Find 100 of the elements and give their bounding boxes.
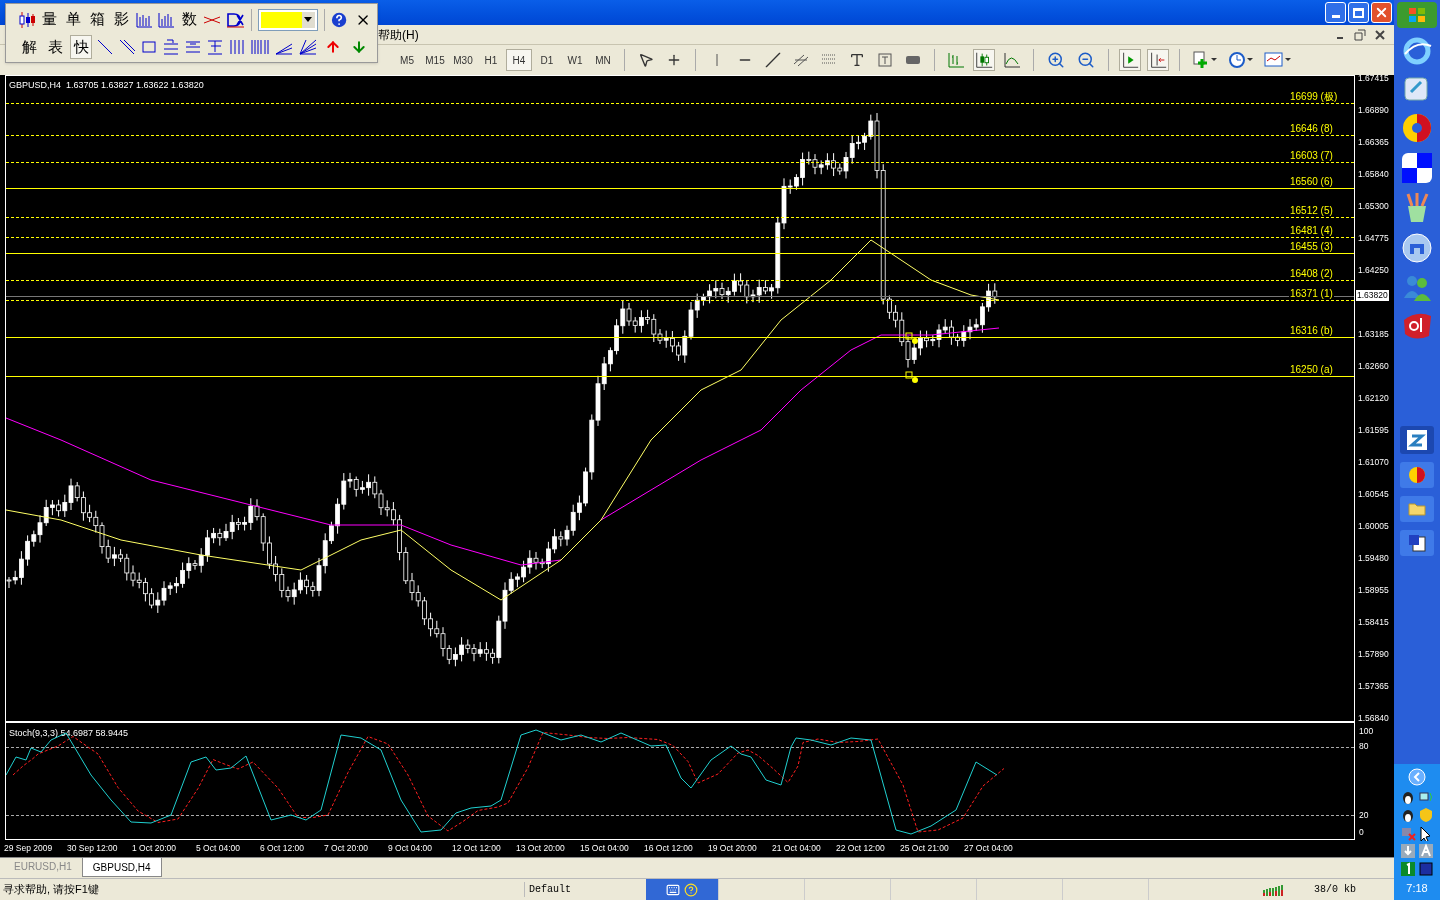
timeframe-button[interactable]: M15: [422, 49, 448, 71]
help-icon[interactable]: [684, 882, 698, 897]
dropdown-arrow-icon: [304, 17, 313, 22]
help-icon[interactable]: [330, 10, 347, 29]
fibonacci-level-label: 16250 (a): [1289, 364, 1334, 375]
price-axis-label: 1.59480: [1358, 553, 1389, 563]
toolbar-button[interactable]: 解: [18, 34, 40, 59]
time-axis-label: 15 Oct 04:00: [580, 843, 629, 853]
chart-tab[interactable]: GBPUSD,H4: [81, 858, 162, 877]
price-axis-label: 1.62660: [1358, 361, 1389, 371]
home-icon[interactable]: [1401, 232, 1433, 264]
timeframe-button[interactable]: D1: [534, 49, 560, 71]
maximize-button[interactable]: [1348, 2, 1369, 23]
time-axis-label: 21 Oct 04:00: [772, 843, 821, 853]
timeframe-button[interactable]: H1: [478, 49, 504, 71]
clock-icon[interactable]: [1228, 51, 1254, 69]
candlestick-icon[interactable]: [973, 49, 995, 71]
keyboard-icon[interactable]: [666, 882, 680, 897]
time-axis-label: 30 Sep 12:00: [67, 843, 118, 853]
trendline-icon[interactable]: [96, 37, 114, 56]
toolbar-button[interactable]: 影: [111, 7, 132, 32]
timeframe-button[interactable]: M5: [394, 49, 420, 71]
chart-header: GBPUSD,H4 1.63705 1.63827 1.63622 1.63820: [9, 79, 204, 92]
channel-icon[interactable]: [118, 37, 136, 56]
zoom-out-icon[interactable]: [1077, 51, 1095, 69]
current-price-label: 1.63820: [1356, 290, 1389, 301]
bar-chart-icon[interactable]: [157, 10, 176, 29]
z-logo-icon: [1407, 430, 1427, 450]
number-one-icon[interactable]: [1400, 860, 1416, 877]
time-axis-label: 6 Oct 12:00: [260, 843, 304, 853]
fibonacci-levels-icon[interactable]: [206, 37, 224, 56]
dx-icon[interactable]: [224, 10, 245, 29]
fan-lines-icon[interactable]: [298, 37, 318, 56]
indicator-axis-label: 80: [1359, 741, 1369, 751]
fibonacci-level-label: 16512 (5): [1289, 205, 1334, 216]
price-axis-label: 1.63185: [1358, 329, 1389, 339]
taskbar-item[interactable]: [1400, 530, 1434, 556]
channel-icon[interactable]: [793, 52, 809, 68]
time-axis-label: 5 Oct 04:00: [196, 843, 240, 853]
taskbar-item[interactable]: [1400, 462, 1434, 488]
checkered-square-icon[interactable]: [1401, 152, 1433, 184]
price-axis-label: 1.57890: [1358, 649, 1389, 659]
line-chart-icon[interactable]: [1003, 51, 1021, 69]
fibonacci-level-label: 16646 (8): [1289, 123, 1334, 134]
indicator-header: Stoch(9,3,3) 54.6987 58.9445: [9, 727, 129, 740]
price-axis-label: 1.64250: [1358, 265, 1389, 275]
timeframe-button[interactable]: MN: [590, 49, 616, 71]
price-axis-label: 1.56840: [1358, 713, 1389, 723]
close-icon: [1374, 5, 1389, 20]
toolbar-button[interactable]: 数: [179, 7, 199, 32]
toolbar-button[interactable]: 量: [40, 7, 60, 32]
price-axis-label: 1.65300: [1358, 201, 1389, 211]
fibonacci-level-label: 16371 (1): [1289, 288, 1334, 299]
timeframe-button[interactable]: M30: [450, 49, 476, 71]
candlestick-icon[interactable]: [18, 10, 36, 29]
cursor-icon[interactable]: [638, 52, 654, 68]
timeframe-button[interactable]: H4: [506, 49, 532, 71]
toolbar-button[interactable]: 单: [63, 7, 84, 32]
price-axis-label: 1.62120: [1358, 393, 1389, 403]
fibonacci-level-label: 16560 (6): [1289, 176, 1334, 187]
chart-shift-icon[interactable]: [1147, 49, 1169, 71]
price-axis-label: 1.66365: [1358, 137, 1389, 147]
toolbar-button[interactable]: 表: [44, 34, 66, 59]
windows-logo-icon: [1408, 7, 1426, 23]
time-axis-label: 12 Oct 12:00: [452, 843, 501, 853]
crosshair-icon[interactable]: [666, 52, 682, 68]
book-icon[interactable]: [1418, 860, 1434, 877]
time-axis-label: 19 Oct 20:00: [708, 843, 757, 853]
chart-template-icon[interactable]: [1264, 51, 1292, 69]
indicator-axis-label: 100: [1359, 726, 1374, 736]
auto-scroll-icon[interactable]: [1119, 49, 1141, 71]
trendline-icon[interactable]: [765, 52, 781, 68]
taskbar-item[interactable]: [1400, 426, 1434, 454]
restore-icon[interactable]: [1354, 28, 1366, 41]
indicator-axis-label: 0: [1359, 827, 1364, 837]
indicator-axis-label: 20: [1359, 810, 1369, 820]
toolbar-button[interactable]: 快: [70, 34, 92, 59]
close-icon[interactable]: [1374, 28, 1386, 41]
bar-chart-icon[interactable]: [135, 10, 154, 29]
browser-icon[interactable]: [1402, 36, 1432, 66]
time-axis-label: 22 Oct 12:00: [836, 843, 885, 853]
traffic-counter: 38/0 kb: [1314, 883, 1357, 897]
vertical-lines-icon[interactable]: [228, 37, 246, 56]
fibonacci-levels-icon[interactable]: [162, 37, 180, 56]
color-picker[interactable]: [257, 8, 318, 31]
add-indicator-icon[interactable]: [1192, 51, 1218, 69]
marker-drawing: [905, 332, 918, 383]
menu-item[interactable]: 帮助(H): [376, 25, 421, 44]
swirl-logo-icon: [1408, 466, 1426, 484]
text-label-icon[interactable]: [877, 52, 893, 68]
timeframe-button[interactable]: W1: [562, 49, 588, 71]
price-axis-label: 1.57365: [1358, 681, 1389, 691]
minimize-button[interactable]: [1325, 2, 1346, 23]
zoom-in-icon[interactable]: [1047, 51, 1065, 69]
close-button[interactable]: [1371, 2, 1392, 23]
toolbar-button[interactable]: 箱: [87, 7, 108, 32]
start-button[interactable]: [1397, 2, 1437, 28]
swirl-logo-icon[interactable]: [1401, 112, 1433, 144]
text-icon[interactable]: [849, 52, 865, 68]
price-axis-label: 1.61595: [1358, 425, 1389, 435]
